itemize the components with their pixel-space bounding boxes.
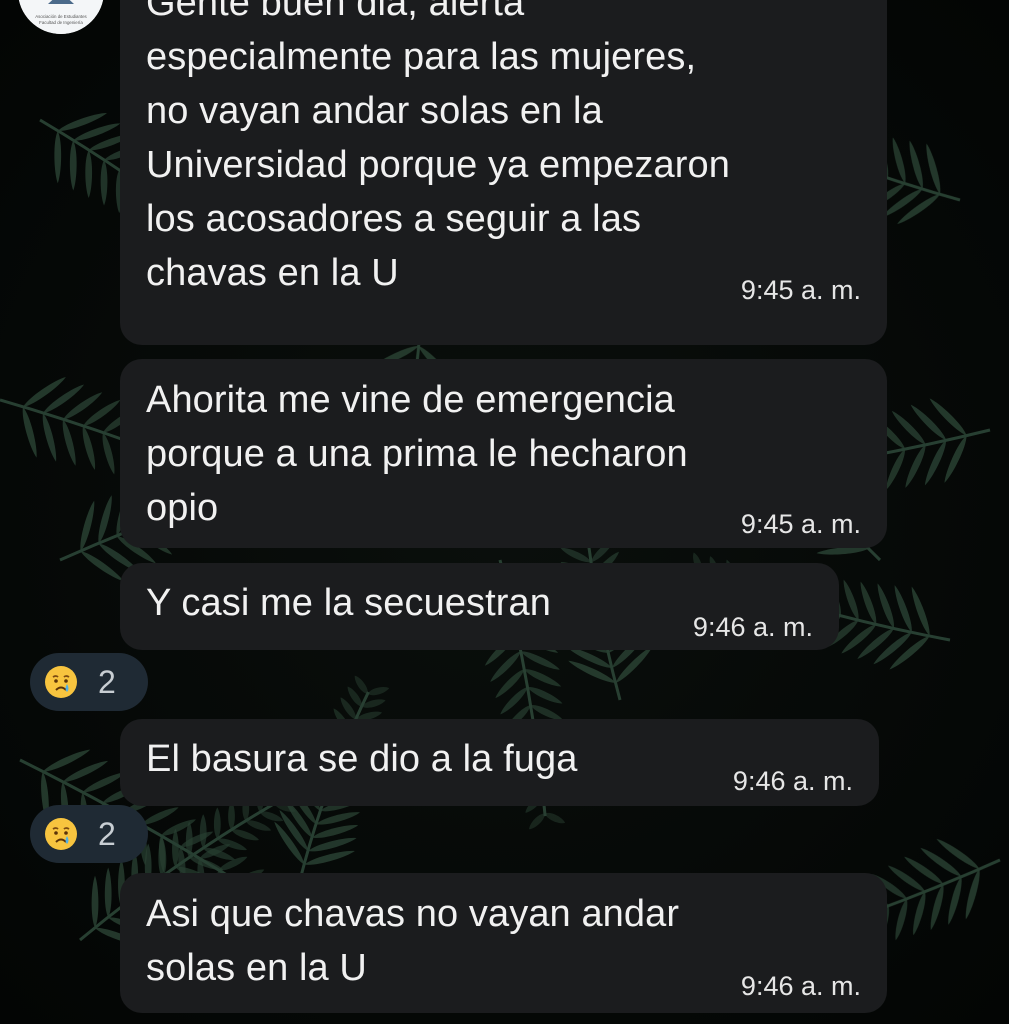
reaction-count: 2	[98, 663, 116, 700]
message-text: Gente buen dia, alerta especialmente par…	[146, 0, 730, 300]
message-bubble[interactable]: El basura se dio a la fuga 9:46 a. m.	[120, 719, 879, 806]
message-text: Asi que chavas no vayan andar solas en l…	[146, 887, 679, 995]
reaction-pill[interactable]: 2	[30, 805, 148, 863]
message-line: los acosadores a seguir a las	[146, 198, 642, 240]
message-bubble[interactable]: Y casi me la secuestran 9:46 a. m.	[120, 563, 839, 650]
message-line: Universidad porque ya empezaron	[146, 144, 730, 186]
crying-face-emoji-icon	[45, 818, 77, 850]
message-line: especialmente para las mujeres,	[146, 36, 697, 78]
message-line: solas en la U	[146, 947, 367, 989]
crying-face-emoji-icon	[45, 666, 77, 698]
avatar-caption-line-1: Asociación de Estudiantes	[35, 14, 87, 19]
reaction-count: 2	[98, 815, 116, 852]
message-timestamp: 9:46 a. m.	[732, 766, 853, 796]
message-timestamp: 9:46 a. m.	[692, 612, 813, 642]
message-line: no vayan andar solas en la	[146, 90, 603, 132]
message-timestamp: 9:46 a. m.	[740, 971, 861, 1001]
message-line: chavas en la U	[146, 252, 399, 294]
message-bubble[interactable]: Ahorita me vine de emergencia porque a u…	[120, 359, 887, 548]
message-line: Y casi me la secuestran	[146, 582, 552, 624]
message-line: Asi que chavas no vayan andar	[146, 893, 680, 935]
message-text: Ahorita me vine de emergencia porque a u…	[146, 373, 688, 535]
message-bubble[interactable]: Asi que chavas no vayan andar solas en l…	[120, 873, 887, 1013]
avatar-caption-line-2: Facultad de Ingeniería	[39, 20, 83, 25]
message-line: opio	[146, 487, 219, 529]
message-line: Gente buen dia, alerta	[146, 0, 525, 24]
reaction-pill[interactable]: 2	[30, 653, 148, 711]
message-text: Y casi me la secuestran	[146, 576, 551, 630]
message-text: El basura se dio a la fuga	[146, 732, 577, 786]
message-bubble[interactable]: Gente buen dia, alerta especialmente par…	[120, 0, 887, 345]
message-timestamp: 9:45 a. m.	[740, 509, 861, 539]
message-line: El basura se dio a la fuga	[146, 738, 578, 780]
message-line: Ahorita me vine de emergencia	[146, 379, 675, 421]
message-line: porque a una prima le hecharon	[146, 433, 688, 475]
message-timestamp: 9:45 a. m.	[740, 275, 861, 305]
